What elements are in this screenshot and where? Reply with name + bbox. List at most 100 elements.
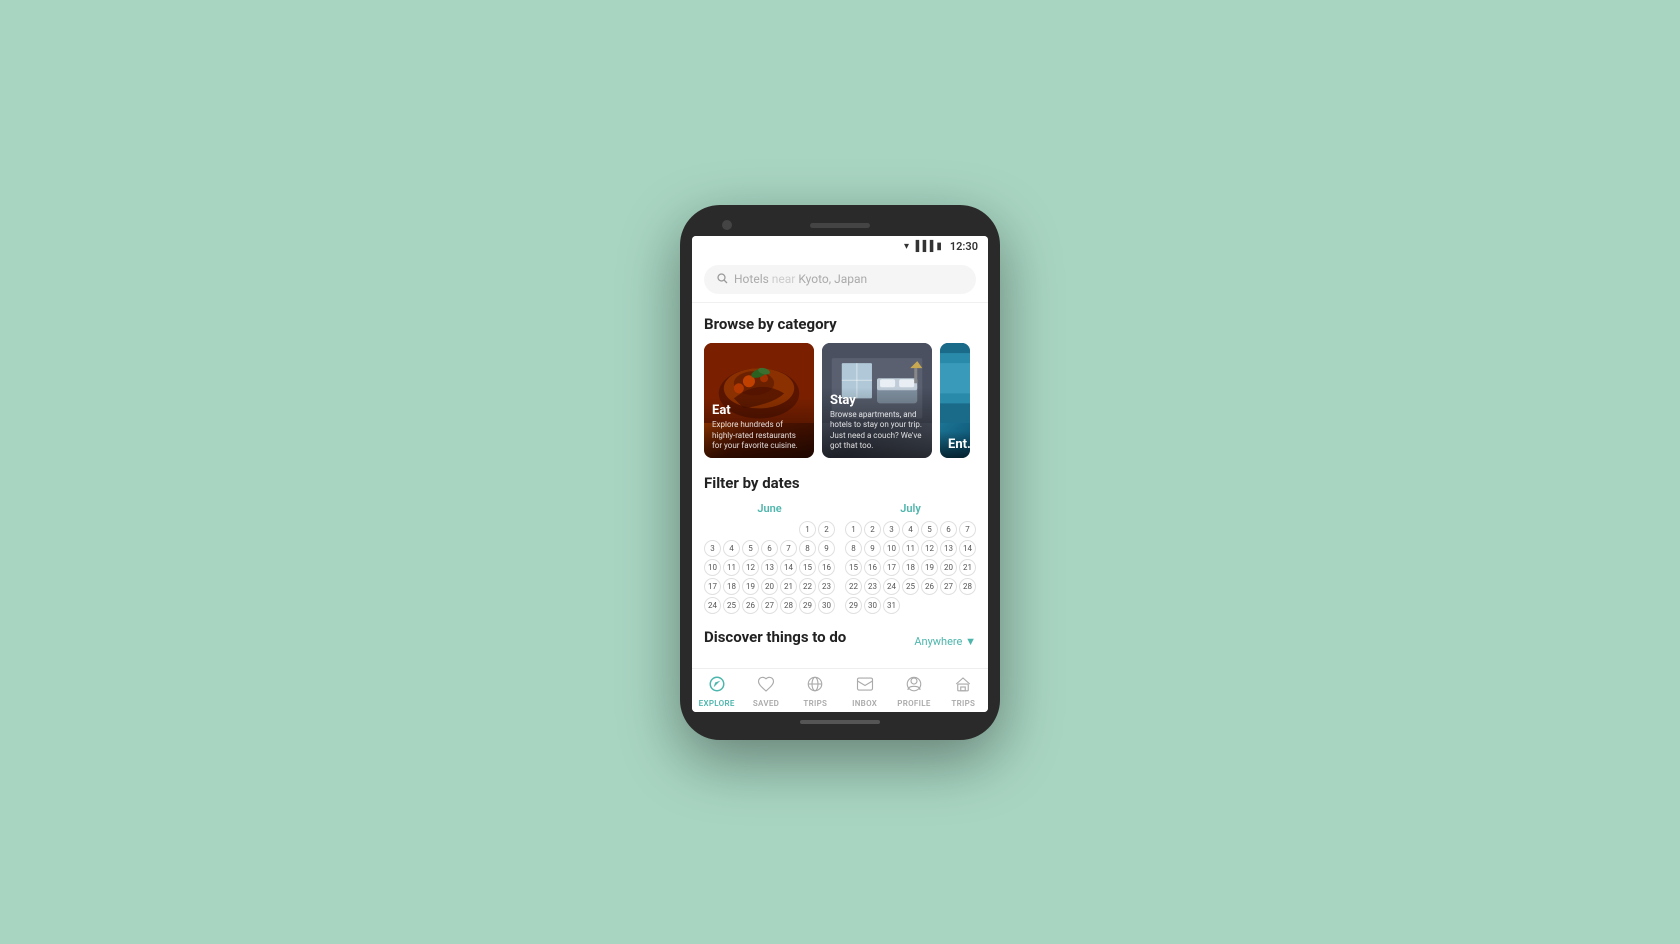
july-day-18[interactable]: 18 [902, 559, 919, 576]
july-day-28[interactable]: 28 [959, 578, 976, 595]
filter-section: Filter by dates June 1 2 [704, 474, 976, 614]
phone-frame: ▾ ▐▐▐ ▮ 12:30 Hotels near Kyoto, Japan [680, 205, 1000, 740]
stay-card-title: Stay [830, 393, 924, 408]
june-day-1[interactable]: 1 [799, 521, 816, 538]
entertain-card[interactable]: Ent... [940, 343, 970, 458]
july-day-7[interactable]: 7 [959, 521, 976, 538]
nav-trips[interactable]: TRIPS [791, 675, 840, 708]
june-day-12[interactable]: 12 [742, 559, 759, 576]
july-day-27[interactable]: 27 [940, 578, 957, 595]
july-day-5[interactable]: 5 [921, 521, 938, 538]
july-day-13[interactable]: 13 [940, 540, 957, 557]
june-day-4[interactable]: 4 [723, 540, 740, 557]
phone-camera [722, 220, 732, 230]
july-day-12[interactable]: 12 [921, 540, 938, 557]
july-day-11[interactable]: 11 [902, 540, 919, 557]
nav-profile[interactable]: PROFILE [889, 675, 938, 708]
june-day-5[interactable]: 5 [742, 540, 759, 557]
july-day-1[interactable]: 1 [845, 521, 862, 538]
july-day-21[interactable]: 21 [959, 559, 976, 576]
june-day-8[interactable]: 8 [799, 540, 816, 557]
july-day-22[interactable]: 22 [845, 578, 862, 595]
june-day-16[interactable]: 16 [818, 559, 835, 576]
july-day-10[interactable]: 10 [883, 540, 900, 557]
july-day-14[interactable]: 14 [959, 540, 976, 557]
july-day-25[interactable]: 25 [902, 578, 919, 595]
july-day-15[interactable]: 15 [845, 559, 862, 576]
july-day-8[interactable]: 8 [845, 540, 862, 557]
content-area: Browse by category [692, 303, 988, 668]
inbox-icon [856, 675, 874, 697]
june-day-29[interactable]: 29 [799, 597, 816, 614]
explore-icon [708, 675, 726, 697]
eat-card-overlay: Eat Explore hundreds of highly-rated res… [704, 397, 814, 457]
eat-card-desc: Explore hundreds of highly-rated restaur… [712, 420, 806, 451]
june-day-10[interactable]: 10 [704, 559, 721, 576]
saved-label: SAVED [753, 699, 779, 708]
june-day-25[interactable]: 25 [723, 597, 740, 614]
nav-inbox[interactable]: INBOX [840, 675, 889, 708]
july-day-16[interactable]: 16 [864, 559, 881, 576]
june-day-26[interactable]: 26 [742, 597, 759, 614]
july-day-19[interactable]: 19 [921, 559, 938, 576]
nav-trips2[interactable]: TRIPS [939, 675, 988, 708]
status-bar: ▾ ▐▐▐ ▮ 12:30 [692, 236, 988, 257]
july-day-4[interactable]: 4 [902, 521, 919, 538]
july-day-30[interactable]: 30 [864, 597, 881, 614]
june-day-22[interactable]: 22 [799, 578, 816, 595]
nav-explore[interactable]: EXPLORE [692, 675, 741, 708]
june-day-14[interactable]: 14 [780, 559, 797, 576]
july-day-26[interactable]: 26 [921, 578, 938, 595]
june-day-17[interactable]: 17 [704, 578, 721, 595]
search-bar[interactable]: Hotels near Kyoto, Japan [704, 265, 976, 294]
wifi-icon: ▾ [904, 241, 909, 252]
july-day-17[interactable]: 17 [883, 559, 900, 576]
trips2-label: TRIPS [951, 699, 975, 708]
july-day-31[interactable]: 31 [883, 597, 900, 614]
july-day-9[interactable]: 9 [864, 540, 881, 557]
june-calendar: June 1 2 3 4 5 [704, 502, 835, 614]
june-day-9[interactable]: 9 [818, 540, 835, 557]
june-day-2[interactable]: 2 [818, 521, 835, 538]
anywhere-filter[interactable]: Anywhere ▼ [914, 635, 976, 648]
search-placeholder: Hotels near Kyoto, Japan [734, 272, 867, 286]
june-grid[interactable]: 1 2 3 4 5 6 7 8 9 10 11 12 13 [704, 521, 835, 614]
june-name: June [704, 502, 835, 515]
stay-card-desc: Browse apartments, and hotels to stay on… [830, 410, 924, 452]
july-day-2[interactable]: 2 [864, 521, 881, 538]
june-day-3[interactable]: 3 [704, 540, 721, 557]
june-day-28[interactable]: 28 [780, 597, 797, 614]
stay-card[interactable]: Stay Browse apartments, and hotels to st… [822, 343, 932, 458]
eat-card[interactable]: Eat Explore hundreds of highly-rated res… [704, 343, 814, 458]
june-day-20[interactable]: 20 [761, 578, 778, 595]
june-day-24[interactable]: 24 [704, 597, 721, 614]
june-day-19[interactable]: 19 [742, 578, 759, 595]
june-day-6[interactable]: 6 [761, 540, 778, 557]
june-day-18[interactable]: 18 [723, 578, 740, 595]
june-day-21[interactable]: 21 [780, 578, 797, 595]
ent-card-image [940, 343, 970, 424]
june-day-7[interactable]: 7 [780, 540, 797, 557]
saved-icon [757, 675, 775, 697]
june-day-30[interactable]: 30 [818, 597, 835, 614]
profile-label: PROFILE [897, 699, 930, 708]
phone-top-bar [692, 217, 988, 236]
june-day-11[interactable]: 11 [723, 559, 740, 576]
category-cards: Eat Explore hundreds of highly-rated res… [704, 343, 976, 458]
july-grid[interactable]: 1 2 3 4 5 6 7 8 9 10 11 12 13 [845, 521, 976, 614]
june-day-13[interactable]: 13 [761, 559, 778, 576]
nav-saved[interactable]: SAVED [741, 675, 790, 708]
july-day-29[interactable]: 29 [845, 597, 862, 614]
trips-icon [806, 675, 824, 697]
search-icon [716, 272, 728, 287]
june-day-15[interactable]: 15 [799, 559, 816, 576]
july-day-24[interactable]: 24 [883, 578, 900, 595]
june-day-27[interactable]: 27 [761, 597, 778, 614]
june-day-23[interactable]: 23 [818, 578, 835, 595]
july-day-6[interactable]: 6 [940, 521, 957, 538]
july-day-20[interactable]: 20 [940, 559, 957, 576]
discover-section: Discover things to do Anywhere ▼ [704, 628, 976, 656]
july-day-23[interactable]: 23 [864, 578, 881, 595]
discover-title: Discover things to do [704, 628, 846, 646]
july-day-3[interactable]: 3 [883, 521, 900, 538]
